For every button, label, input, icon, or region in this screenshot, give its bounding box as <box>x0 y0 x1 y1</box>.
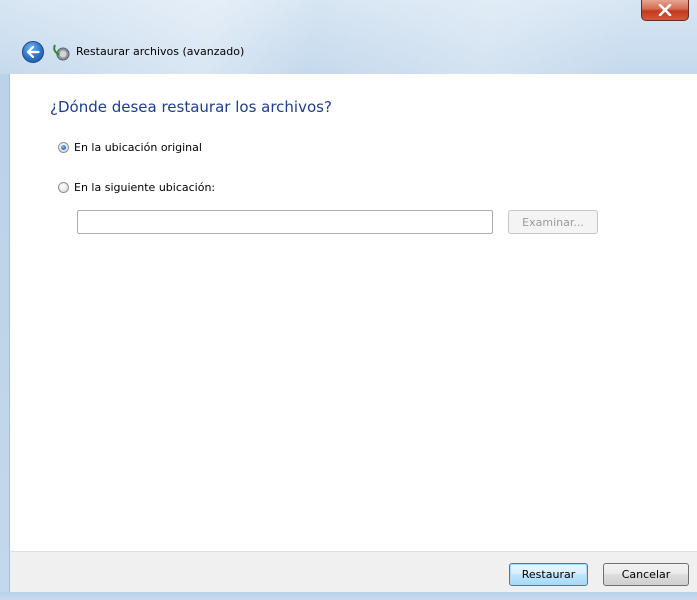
radio-custom-location[interactable] <box>58 182 69 193</box>
radio-original-location[interactable] <box>58 142 69 153</box>
page-heading: ¿Dónde desea restaurar los archivos? <box>50 98 332 116</box>
close-icon <box>658 4 672 16</box>
back-arrow-icon <box>26 46 40 58</box>
option-original-location[interactable]: En la ubicación original <box>58 141 202 154</box>
option-custom-location[interactable]: En la siguiente ubicación: <box>58 181 215 194</box>
dialog-window: Restaurar archivos (avanzado) ¿Dónde des… <box>0 0 697 600</box>
window-bottom-border <box>0 592 697 600</box>
button-bar: Restaurar Cancelar <box>9 551 697 592</box>
restore-button[interactable]: Restaurar <box>509 563 588 586</box>
restore-files-icon <box>53 44 70 61</box>
window-title: Restaurar archivos (avanzado) <box>76 45 245 58</box>
content-area: ¿Dónde desea restaurar los archivos? En … <box>9 74 697 551</box>
close-button[interactable] <box>641 0 689 21</box>
option-custom-location-label: En la siguiente ubicación: <box>74 181 216 194</box>
back-button[interactable] <box>22 41 44 63</box>
cancel-button[interactable]: Cancelar <box>603 563 689 586</box>
browse-button[interactable]: Examinar... <box>508 210 598 234</box>
radio-selected-dot <box>61 145 66 150</box>
option-original-location-label: En la ubicación original <box>74 141 202 154</box>
title-bar <box>0 0 697 74</box>
location-input[interactable] <box>77 210 493 234</box>
